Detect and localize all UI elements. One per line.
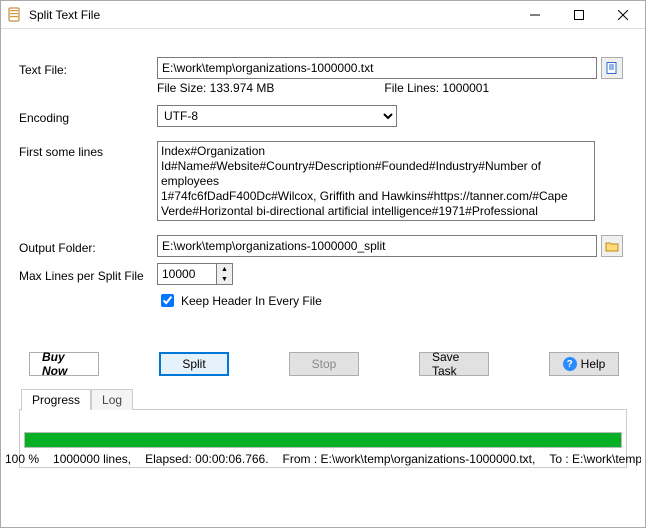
encoding-label: Encoding: [19, 107, 157, 125]
window-controls: [513, 1, 645, 29]
main-content: Text File: File Size: 133.974 MB File Li…: [1, 29, 645, 468]
split-button[interactable]: Split: [159, 352, 229, 376]
max-lines-spinner[interactable]: ▲ ▼: [157, 263, 233, 285]
spinner-down[interactable]: ▼: [217, 274, 232, 284]
tab-progress[interactable]: Progress: [21, 389, 91, 410]
title-bar: Split Text File: [1, 1, 645, 29]
first-lines-label: First some lines: [19, 141, 157, 159]
keep-header-label: Keep Header In Every File: [181, 294, 322, 308]
save-task-button[interactable]: Save Task: [419, 352, 489, 376]
preview-textarea[interactable]: Index#Organization Id#Name#Website#Count…: [157, 141, 595, 221]
status-lines: 1000000 lines,: [53, 452, 131, 466]
text-file-label: Text File:: [19, 59, 157, 77]
progress-bar: [24, 432, 622, 448]
browse-folder-button[interactable]: [601, 235, 623, 257]
help-button[interactable]: ?Help: [549, 352, 619, 376]
status-bar: 100 % 1000000 lines, Elapsed: 00:00:06.7…: [5, 452, 641, 466]
maximize-button[interactable]: [557, 1, 601, 29]
status-to: To : E:\work\temp\organiza: [549, 452, 641, 466]
keep-header-checkbox[interactable]: [161, 294, 174, 307]
stop-button[interactable]: Stop: [289, 352, 359, 376]
help-icon: ?: [563, 357, 577, 371]
output-folder-input[interactable]: [157, 235, 597, 257]
browse-file-button[interactable]: [601, 57, 623, 79]
file-info: File Size: 133.974 MB File Lines: 100000…: [157, 81, 627, 95]
app-icon: [7, 7, 23, 23]
max-lines-label: Max Lines per Split File: [19, 265, 157, 283]
window-title: Split Text File: [29, 8, 513, 22]
status-percent: 100 %: [5, 452, 39, 466]
minimize-button[interactable]: [513, 1, 557, 29]
text-file-input[interactable]: [157, 57, 597, 79]
status-elapsed: Elapsed: 00:00:06.766.: [145, 452, 268, 466]
output-folder-label: Output Folder:: [19, 237, 157, 255]
buy-now-button[interactable]: Buy Now: [29, 352, 99, 376]
close-button[interactable]: [601, 1, 645, 29]
button-row: Buy Now Split Stop Save Task ?Help: [19, 346, 627, 378]
tab-bar: Progress Log: [19, 388, 627, 410]
file-lines-label: File Lines: 1000001: [384, 81, 489, 95]
encoding-select[interactable]: UTF-8: [157, 105, 397, 127]
status-from: From : E:\work\temp\organizations-100000…: [283, 452, 536, 466]
tab-log[interactable]: Log: [91, 389, 133, 410]
spinner-up[interactable]: ▲: [217, 264, 232, 274]
progress-fill: [25, 433, 621, 447]
file-size-label: File Size: 133.974 MB: [157, 81, 274, 95]
max-lines-input[interactable]: [158, 264, 216, 284]
